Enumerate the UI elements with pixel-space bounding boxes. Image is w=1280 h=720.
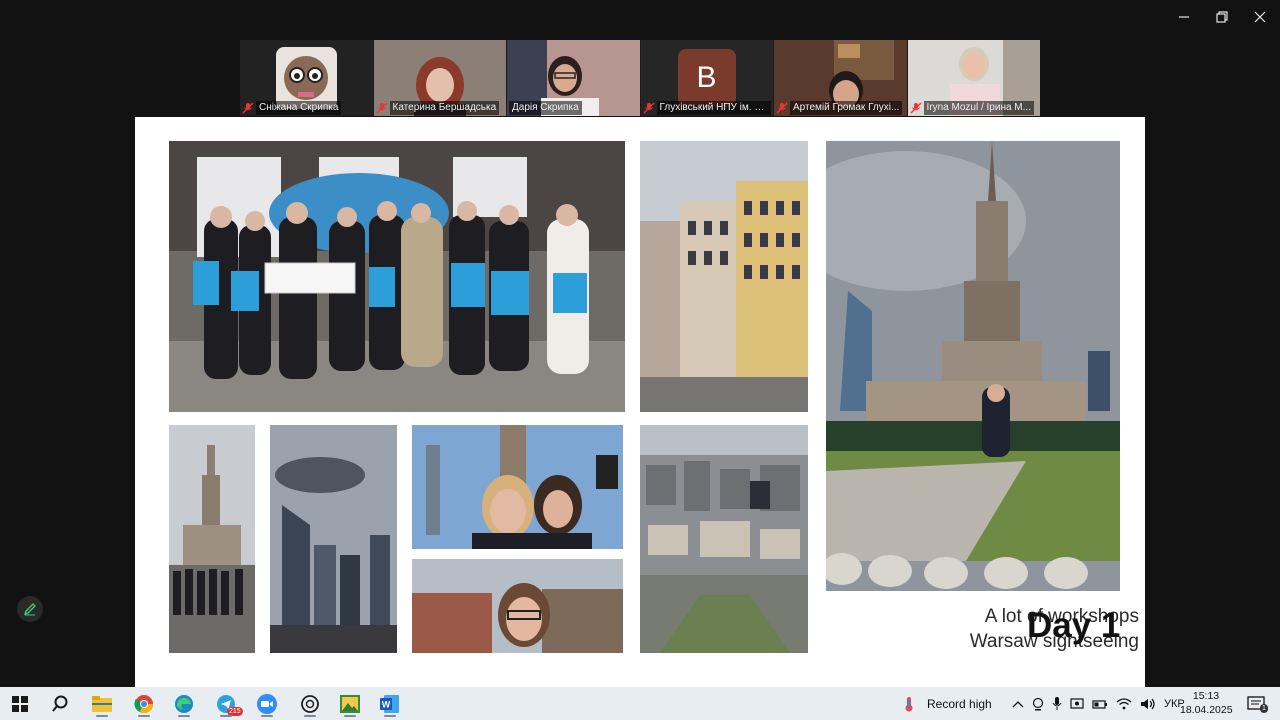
participant-tile[interactable]: Сніжана Скрипка: [240, 40, 373, 116]
battery-icon[interactable]: [1092, 699, 1108, 709]
mic-muted-icon: [776, 102, 788, 113]
word-icon: W: [380, 695, 399, 713]
webcam-icon[interactable]: [1032, 697, 1044, 711]
zoom-icon: [257, 694, 277, 714]
pencil-icon: [23, 603, 36, 616]
windows-taskbar: 215 W Record high УКР 15:13 18.04.2025 1: [0, 687, 1280, 720]
notification-count-badge: 1: [1260, 704, 1268, 713]
screen-share-icon[interactable]: [1070, 697, 1084, 710]
thermometer-icon: [905, 696, 913, 711]
participant-tile[interactable]: Iryna Mozul / Ірина М...: [907, 40, 1040, 116]
clock-time: 15:13: [1192, 690, 1220, 702]
photo-old-town-houses: [640, 141, 808, 412]
participant-name: Сніжана Скрипка: [256, 100, 342, 115]
taskbar-chatgpt[interactable]: [292, 690, 328, 718]
record-high-indicator[interactable]: Record high: [903, 687, 992, 720]
photo-group-students: [169, 141, 625, 412]
minimize-icon: [1179, 16, 1189, 18]
photo-selfie-old-town: [412, 559, 623, 653]
photos-icon: [340, 695, 360, 713]
participant-tile-active-speaker[interactable]: Дарія Скрипка: [507, 40, 640, 116]
mic-muted-icon: [910, 102, 921, 113]
annotate-button[interactable]: [17, 596, 43, 622]
participant-tile[interactable]: Катерина Бершадська: [373, 40, 506, 116]
day-title: Day 1: [1027, 606, 1121, 645]
participant-tile[interactable]: Артемій Громак Глухі...: [774, 40, 907, 116]
taskbar-file-explorer[interactable]: [84, 690, 120, 718]
photo-palace-of-culture: [826, 141, 1120, 591]
windows-logo-icon: [12, 696, 28, 712]
search-icon: [52, 695, 68, 712]
participant-name: Дарія Скрипка: [509, 100, 582, 115]
folder-icon: [92, 696, 112, 712]
taskbar-zoom[interactable]: [249, 690, 285, 718]
notifications-button[interactable]: 1: [1238, 690, 1274, 718]
telegram-unread-badge: 215: [227, 707, 243, 716]
taskbar-telegram[interactable]: 215: [208, 690, 244, 718]
taskbar-edge[interactable]: [166, 690, 202, 718]
system-tray: УКР: [1012, 687, 1185, 720]
svg-text:W: W: [382, 700, 391, 710]
chatgpt-icon: [301, 695, 319, 713]
minimize-button[interactable]: [1166, 6, 1202, 28]
search-button[interactable]: [42, 690, 78, 718]
clock-date: 18.04.2025: [1180, 704, 1233, 716]
microphone-icon[interactable]: [1052, 696, 1062, 711]
taskbar-word[interactable]: W: [372, 690, 408, 718]
photo-aerial-city: [640, 425, 808, 653]
participant-name: Глухівський НПУ ім. Д...: [656, 100, 771, 115]
mic-muted-icon: [376, 102, 387, 113]
photo-selfie-palace: [412, 425, 623, 549]
restore-button[interactable]: [1204, 6, 1240, 28]
mic-muted-icon: [242, 102, 254, 113]
chevron-up-icon[interactable]: [1012, 699, 1024, 709]
restore-icon: [1216, 11, 1228, 23]
edge-icon: [175, 695, 193, 713]
shared-screen-slide: A lot of workshops Warsaw sightseeing Da…: [135, 117, 1145, 687]
participant-tile[interactable]: В Глухівський НПУ ім. Д...: [640, 40, 773, 116]
avatar: В: [677, 49, 736, 107]
close-icon: [1254, 11, 1266, 23]
mic-muted-icon: [643, 102, 654, 113]
participant-name: Артемій Громак Глухі...: [790, 100, 903, 115]
volume-icon[interactable]: [1140, 698, 1156, 710]
zoom-meeting-window: Сніжана Скрипка Катерина Бершадська Дарі…: [0, 0, 1280, 720]
weather-label: Record high: [927, 696, 992, 711]
photo-skyline-view: [270, 425, 397, 653]
participant-name: Катерина Бершадська: [389, 100, 500, 115]
participant-name: Iryna Mozul / Ірина М...: [923, 100, 1034, 115]
taskbar-chrome[interactable]: [126, 690, 162, 718]
photo-palace-group: [169, 425, 255, 653]
taskbar-image-viewer[interactable]: [332, 690, 368, 718]
close-button[interactable]: [1242, 6, 1278, 28]
participant-strip: Сніжана Скрипка Катерина Бершадська Дарі…: [240, 40, 1040, 116]
start-button[interactable]: [2, 690, 38, 718]
wifi-icon[interactable]: [1116, 697, 1132, 710]
chrome-icon: [134, 695, 153, 714]
taskbar-clock[interactable]: 15:13 18.04.2025: [1180, 689, 1233, 717]
